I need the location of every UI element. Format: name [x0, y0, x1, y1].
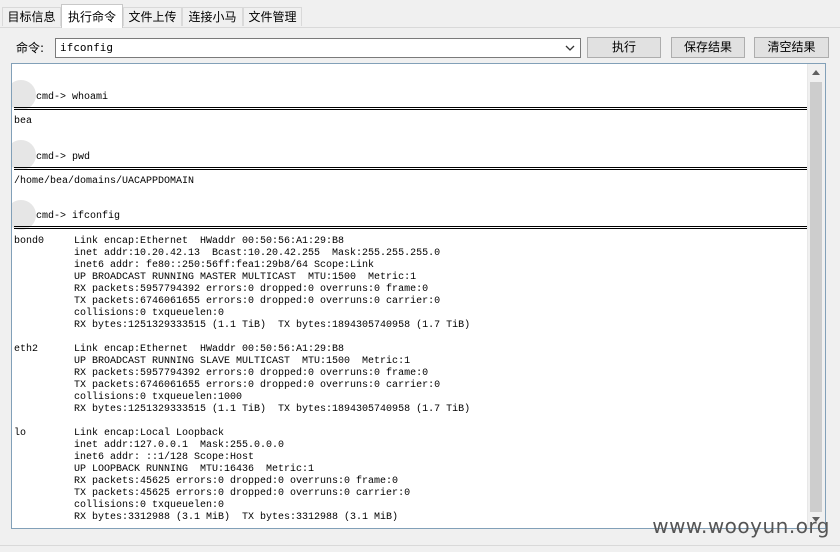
command-combobox[interactable]: ifconfig — [55, 38, 581, 58]
separator — [14, 167, 807, 170]
execute-button[interactable]: 执行 — [587, 37, 661, 58]
output-line: inet addr:10.20.42.13 Bcast:10.20.42.255… — [14, 248, 441, 259]
separator — [14, 226, 807, 229]
watermark: www.wooyun.org — [652, 514, 830, 538]
tab-execute-command[interactable]: 执行命令 — [61, 4, 123, 28]
scroll-up-icon[interactable] — [812, 70, 820, 75]
separator — [14, 107, 807, 110]
output-line: collisions:0 txqueuelen:0 — [14, 308, 225, 319]
output-line: RX bytes:1251329333515 (1.1 TiB) TX byte… — [14, 404, 471, 415]
output-line: RX bytes:3312988 (3.1 MiB) TX bytes:3312… — [14, 512, 399, 523]
output-line: TX packets:6746061655 errors:0 dropped:0… — [14, 296, 441, 307]
output-line: inet addr:127.0.0.1 Mask:255.0.0.0 — [14, 440, 285, 451]
output-line: UP LOOPBACK RUNNING MTU:16436 Metric:1 — [14, 464, 315, 475]
output-line: RX packets:5957794392 errors:0 dropped:0… — [14, 368, 429, 379]
save-results-button[interactable]: 保存结果 — [671, 37, 745, 58]
vertical-scrollbar[interactable] — [807, 64, 825, 528]
tab-connect-shell[interactable]: 连接小马 — [182, 7, 243, 26]
output-line: UP BROADCAST RUNNING MASTER MULTICAST MT… — [14, 272, 417, 283]
output-line: collisions:0 txqueuelen:0 — [14, 500, 225, 511]
output-textarea[interactable]: cmd-> whoami bea cmd-> pwd /home/bea/dom… — [11, 63, 826, 529]
command-prompt: cmd-> whoami — [36, 92, 109, 103]
tab-file-upload[interactable]: 文件上传 — [123, 7, 182, 26]
output-line: bond0 Link encap:Ethernet HWaddr 00:50:5… — [14, 236, 345, 247]
window-bottom-edge — [0, 545, 840, 546]
chevron-down-icon[interactable] — [563, 41, 577, 55]
output-line: inet6 addr: ::1/128 Scope:Host — [14, 452, 255, 463]
command-input[interactable]: ifconfig — [60, 41, 113, 54]
avatar — [12, 80, 36, 110]
command-prompt: cmd-> ifconfig — [36, 211, 121, 222]
tab-target-info[interactable]: 目标信息 — [2, 7, 61, 26]
clear-results-button[interactable]: 清空结果 — [754, 37, 829, 58]
output-line: RX packets:45625 errors:0 dropped:0 over… — [14, 476, 399, 487]
output-line: RX bytes:1251329333515 (1.1 TiB) TX byte… — [14, 320, 471, 331]
tab-file-manager[interactable]: 文件管理 — [243, 7, 302, 26]
command-prompt: cmd-> pwd — [36, 152, 91, 163]
output-line: TX packets:6746061655 errors:0 dropped:0… — [14, 380, 441, 391]
output-line: inet6 addr: fe80::250:56ff:fea1:29b8/64 … — [14, 260, 375, 271]
tab-bar: 目标信息 执行命令 文件上传 连接小马 文件管理 — [0, 0, 840, 28]
output-line: UP BROADCAST RUNNING SLAVE MULTICAST MTU… — [14, 356, 411, 367]
output-line: RX packets:5957794392 errors:0 dropped:0… — [14, 284, 429, 295]
output-line: bea — [14, 116, 33, 127]
command-label: 命令: — [16, 41, 45, 55]
output-line: TX packets:45625 errors:0 dropped:0 over… — [14, 488, 411, 499]
output-line: /home/bea/domains/UACAPPDOMAIN — [14, 176, 195, 187]
output-line: collisions:0 txqueuelen:1000 — [14, 392, 243, 403]
output-line: lo Link encap:Local Loopback — [14, 428, 225, 439]
output-line: eth2 Link encap:Ethernet HWaddr 00:50:56… — [14, 344, 345, 355]
avatar — [12, 140, 36, 170]
scrollbar-thumb[interactable] — [810, 82, 822, 512]
